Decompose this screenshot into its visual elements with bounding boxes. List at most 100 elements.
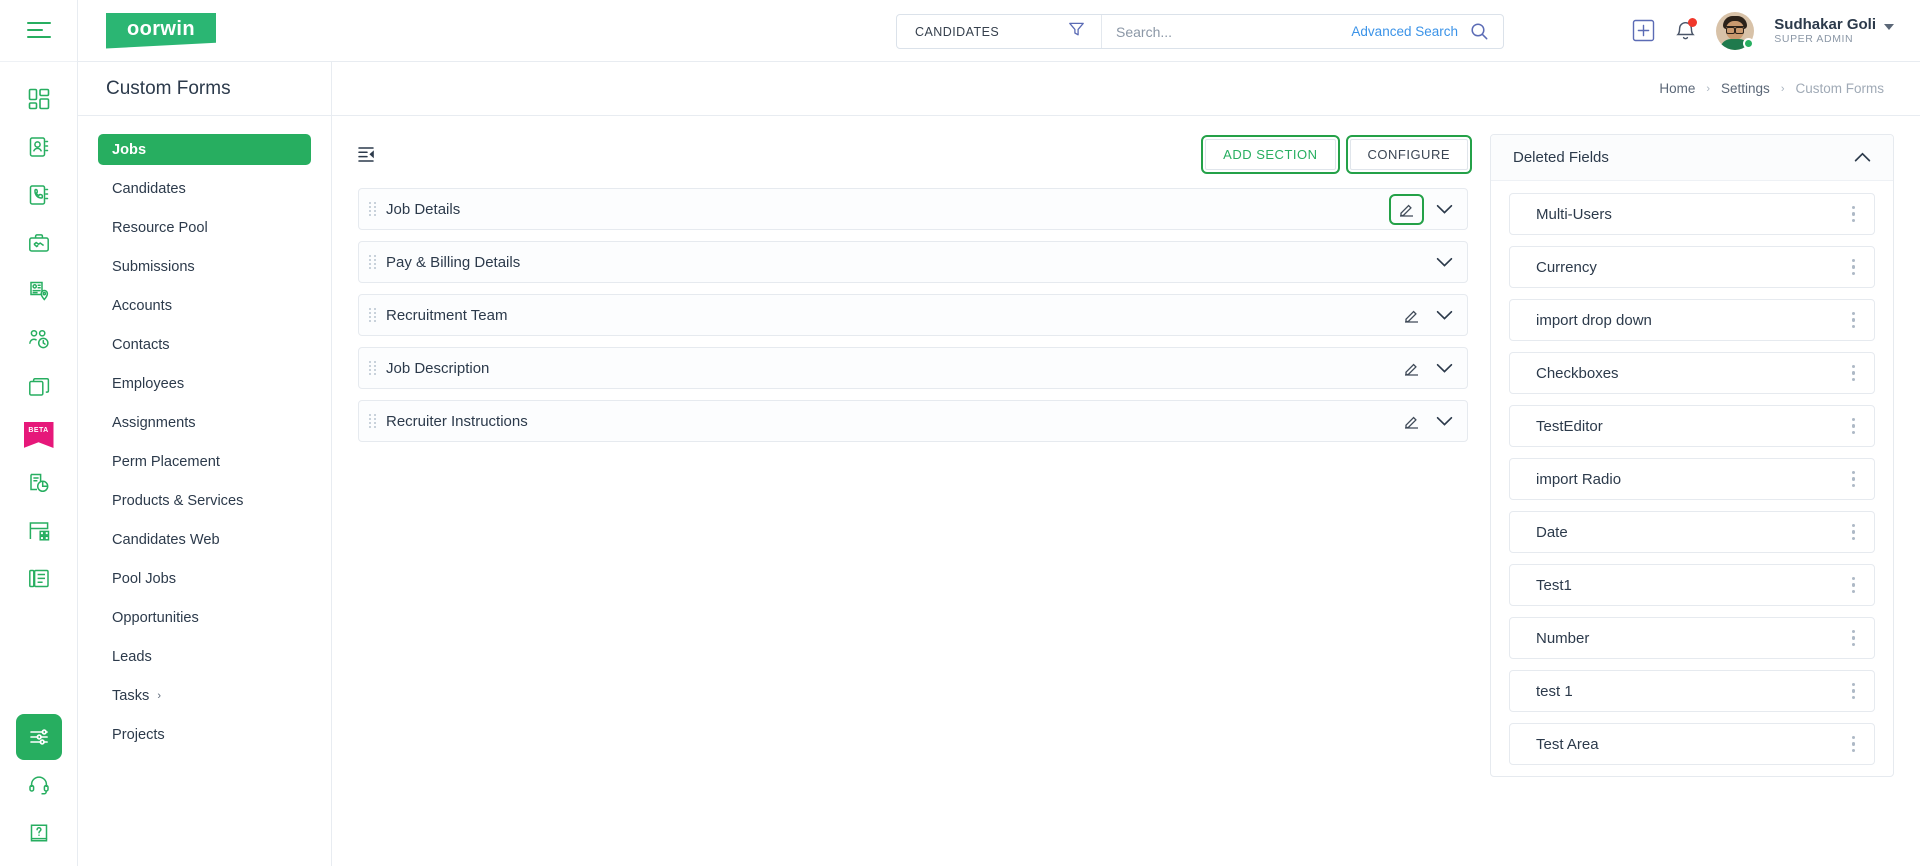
- deleted-field-row[interactable]: Date: [1509, 511, 1875, 553]
- deleted-field-row[interactable]: Currency: [1509, 246, 1875, 288]
- hamburger-menu-icon[interactable]: [16, 7, 62, 53]
- drag-handle-icon[interactable]: [369, 358, 376, 378]
- form-builder: ADD SECTION CONFIGURE Job Details Pay & …: [332, 116, 1920, 866]
- breadcrumb-item-home[interactable]: Home: [1659, 81, 1695, 96]
- form-nav-item-tasks[interactable]: Tasks ›: [98, 680, 311, 711]
- form-nav-item-perm-placement[interactable]: Perm Placement: [98, 446, 311, 477]
- collapse-panel-icon[interactable]: [358, 146, 377, 163]
- section-row-recruiter-instructions[interactable]: Recruiter Instructions: [358, 400, 1468, 442]
- more-options-icon[interactable]: [1847, 732, 1860, 756]
- contacts-book-icon[interactable]: [16, 124, 62, 170]
- deleted-fields-header[interactable]: Deleted Fields: [1491, 135, 1893, 181]
- drag-handle-icon[interactable]: [369, 411, 376, 431]
- edit-section-icon[interactable]: [1389, 193, 1424, 225]
- deleted-field-row[interactable]: import Radio: [1509, 458, 1875, 500]
- deleted-field-row[interactable]: Multi-Users: [1509, 193, 1875, 235]
- form-nav-item-assignments[interactable]: Assignments: [98, 407, 311, 438]
- toolbar-buttons: ADD SECTION CONFIGURE: [1201, 134, 1472, 174]
- dashboard-icon[interactable]: [16, 76, 62, 122]
- more-options-icon[interactable]: [1847, 202, 1860, 226]
- deleted-field-row[interactable]: Test Area: [1509, 723, 1875, 765]
- form-nav-item-accounts[interactable]: Accounts: [98, 290, 311, 321]
- advanced-search-link[interactable]: Advanced Search: [1351, 24, 1470, 39]
- magnifier-icon[interactable]: [1470, 22, 1503, 41]
- drag-handle-icon[interactable]: [369, 252, 376, 272]
- more-options-icon[interactable]: [1847, 520, 1860, 544]
- form-nav-item-opportunities[interactable]: Opportunities: [98, 602, 311, 633]
- form-nav-item-submissions[interactable]: Submissions: [98, 251, 311, 282]
- form-nav-item-contacts[interactable]: Contacts: [98, 329, 311, 360]
- more-options-icon[interactable]: [1847, 414, 1860, 438]
- more-options-icon[interactable]: [1847, 361, 1860, 385]
- deleted-field-row[interactable]: import drop down: [1509, 299, 1875, 341]
- expand-section-chevron-down-icon[interactable]: [1436, 363, 1453, 374]
- more-options-icon[interactable]: [1847, 679, 1860, 703]
- documents-icon[interactable]: [16, 556, 62, 602]
- section-row-job-description[interactable]: Job Description: [358, 347, 1468, 389]
- form-nav-item-resource-pool[interactable]: Resource Pool: [98, 212, 311, 243]
- top-bar: oorwin CANDIDATES Advanced Search: [78, 0, 1920, 62]
- search-scope-selector[interactable]: CANDIDATES: [897, 15, 1102, 48]
- section-row-recruitment-team[interactable]: Recruitment Team: [358, 294, 1468, 336]
- help-book-icon[interactable]: [16, 810, 62, 856]
- briefcase-handshake-icon[interactable]: [16, 220, 62, 266]
- breadcrumb-item-settings[interactable]: Settings: [1721, 81, 1770, 96]
- configure-button[interactable]: CONFIGURE: [1345, 134, 1472, 174]
- form-nav-item-employees[interactable]: Employees: [98, 368, 311, 399]
- form-nav-item-candidates-web[interactable]: Candidates Web: [98, 524, 311, 555]
- drag-handle-icon[interactable]: [369, 199, 376, 219]
- add-section-button[interactable]: ADD SECTION: [1201, 134, 1340, 174]
- headset-support-icon[interactable]: [16, 762, 62, 808]
- chevron-up-icon[interactable]: [1854, 152, 1871, 163]
- deleted-field-row[interactable]: Number: [1509, 617, 1875, 659]
- more-options-icon[interactable]: [1847, 573, 1860, 597]
- report-pie-icon[interactable]: [16, 460, 62, 506]
- resume-location-icon[interactable]: [16, 268, 62, 314]
- nav-label: Products & Services: [112, 492, 244, 509]
- expand-section-chevron-down-icon[interactable]: [1436, 204, 1453, 215]
- deleted-field-row[interactable]: Test1: [1509, 564, 1875, 606]
- more-options-icon[interactable]: [1847, 626, 1860, 650]
- section-title: Job Description: [386, 359, 490, 377]
- layout-grid-icon[interactable]: [16, 508, 62, 554]
- drag-handle-icon[interactable]: [369, 305, 376, 325]
- section-row-job-details[interactable]: Job Details: [358, 188, 1468, 230]
- brand-logo[interactable]: oorwin: [106, 12, 216, 49]
- deleted-field-row[interactable]: Checkboxes: [1509, 352, 1875, 394]
- expand-section-chevron-down-icon[interactable]: [1436, 310, 1453, 321]
- form-nav-item-candidates[interactable]: Candidates: [98, 173, 311, 204]
- more-options-icon[interactable]: [1847, 255, 1860, 279]
- funnel-filter-icon[interactable]: [1068, 21, 1085, 43]
- edit-section-icon[interactable]: [1403, 413, 1420, 430]
- more-options-icon[interactable]: [1847, 308, 1860, 332]
- form-nav-item-projects[interactable]: Projects: [98, 719, 311, 750]
- online-status-dot: [1743, 37, 1755, 49]
- search-input[interactable]: [1102, 15, 1352, 48]
- chevron-down-icon[interactable]: [1884, 23, 1894, 30]
- deleted-field-row[interactable]: test 1: [1509, 670, 1875, 712]
- deleted-field-row[interactable]: TestEditor: [1509, 405, 1875, 447]
- expand-section-chevron-down-icon[interactable]: [1436, 257, 1453, 268]
- user-avatar[interactable]: [1716, 11, 1755, 50]
- more-options-icon[interactable]: [1847, 467, 1860, 491]
- user-menu[interactable]: Sudhakar Goli SUPER ADMIN: [1774, 16, 1894, 45]
- copy-layers-icon[interactable]: [16, 364, 62, 410]
- nav-label: Accounts: [112, 297, 173, 314]
- nav-label: Candidates: [112, 180, 186, 197]
- nav-label: Contacts: [112, 336, 170, 353]
- plus-square-icon[interactable]: [1632, 19, 1655, 42]
- section-actions: [1403, 307, 1453, 324]
- form-nav-item-jobs[interactable]: Jobs: [98, 134, 311, 165]
- beta-ribbon-icon[interactable]: BETA: [16, 412, 62, 458]
- form-nav-item-leads[interactable]: Leads: [98, 641, 311, 672]
- form-nav-item-products-services[interactable]: Products & Services: [98, 485, 311, 516]
- expand-section-chevron-down-icon[interactable]: [1436, 416, 1453, 427]
- edit-section-icon[interactable]: [1403, 307, 1420, 324]
- bell-icon[interactable]: [1675, 18, 1698, 42]
- section-row-pay-billing-details[interactable]: Pay & Billing Details: [358, 241, 1468, 283]
- form-nav-item-pool-jobs[interactable]: Pool Jobs: [98, 563, 311, 594]
- phone-book-icon[interactable]: [16, 172, 62, 218]
- sliders-settings-icon[interactable]: [15, 714, 62, 760]
- edit-section-icon[interactable]: [1403, 360, 1420, 377]
- users-clock-icon[interactable]: [16, 316, 62, 362]
